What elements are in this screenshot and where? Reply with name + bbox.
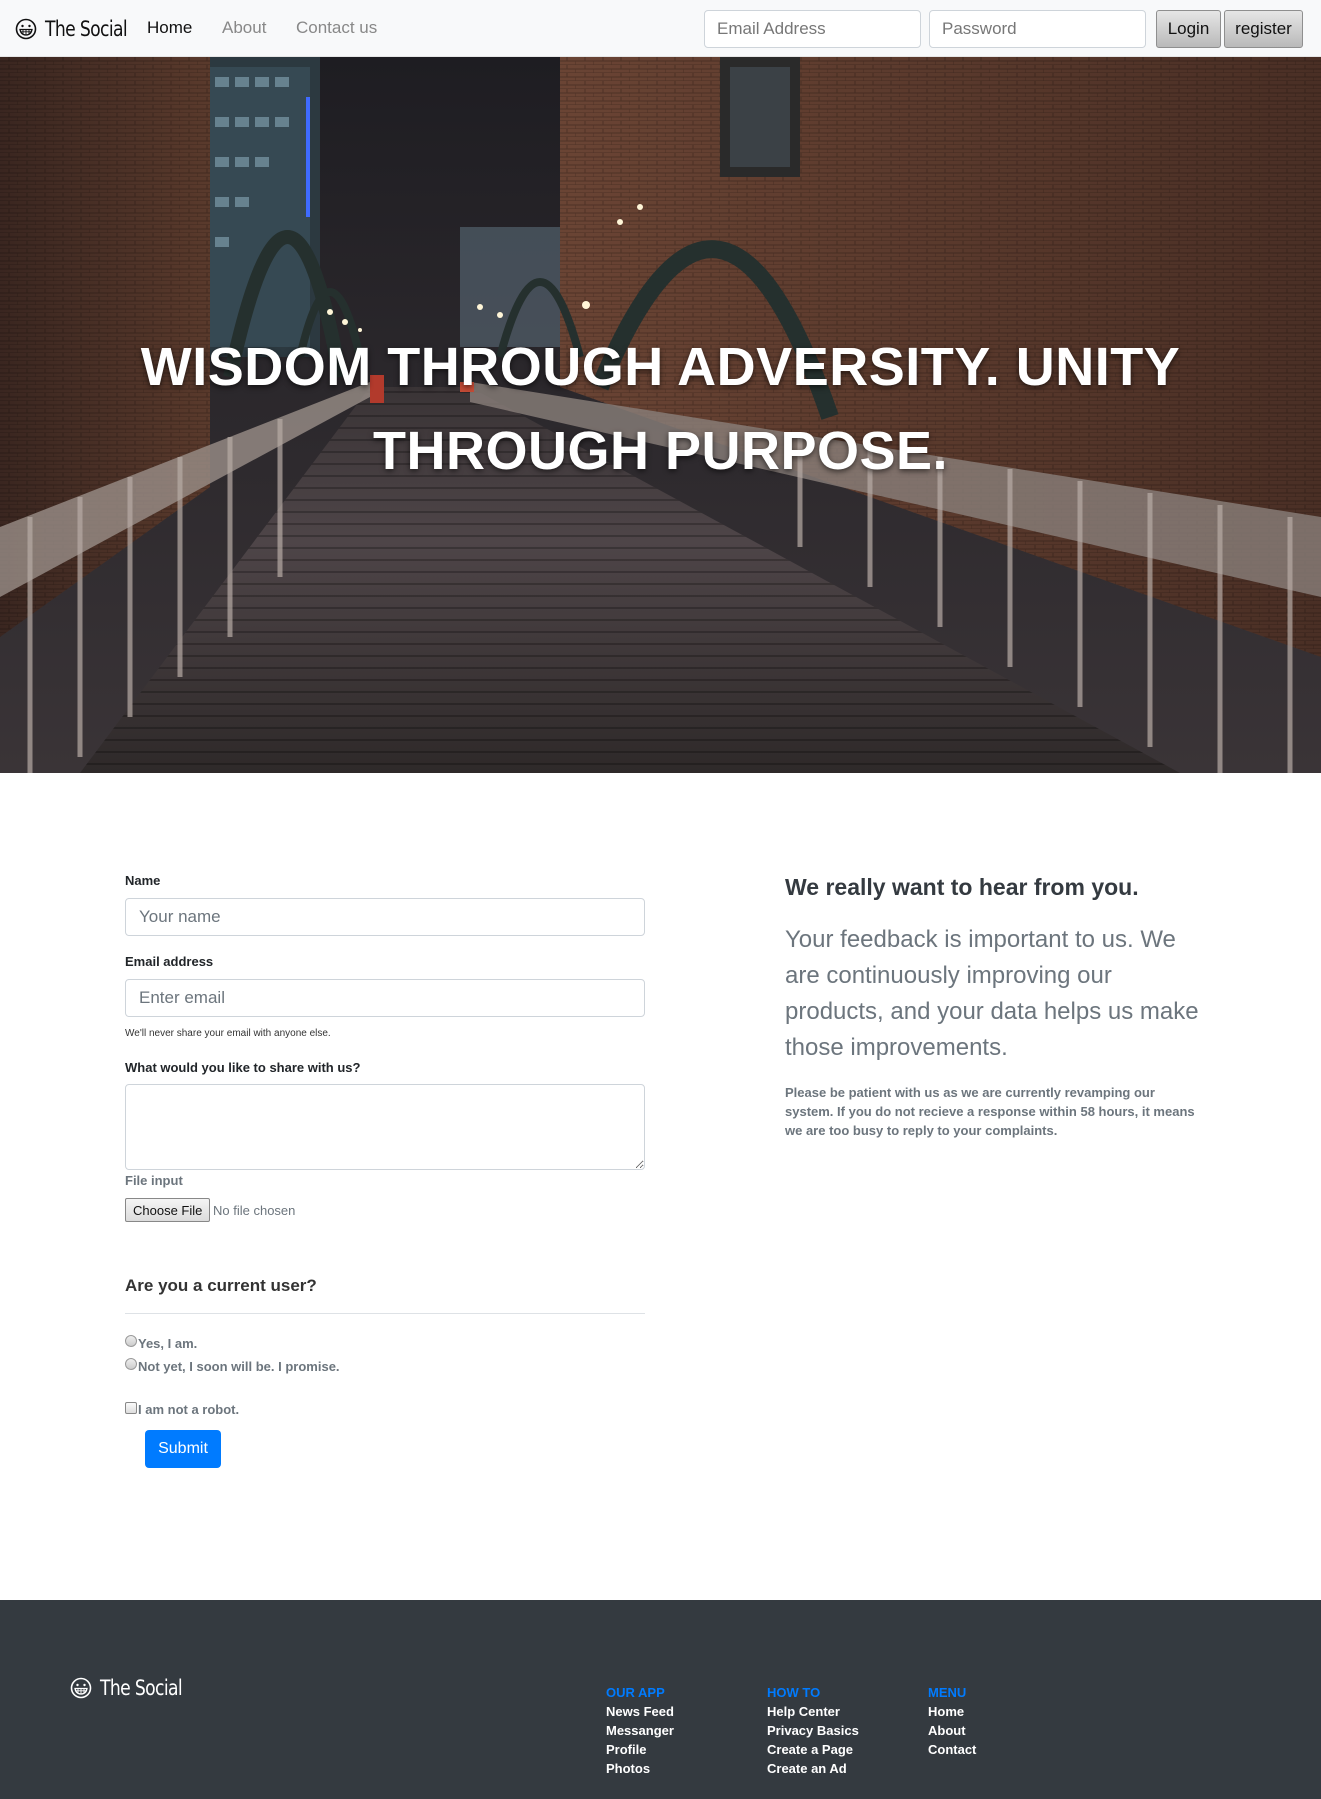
footer: The Social OUR APP News Feed Messanger P… bbox=[0, 1600, 1321, 1799]
brand[interactable]: The Social bbox=[15, 14, 145, 44]
robot-checkbox[interactable] bbox=[125, 1401, 137, 1414]
radio-no-row[interactable]: Not yet, I soon will be. I promise. bbox=[125, 1357, 340, 1374]
radio-yes-label: Yes, I am. bbox=[138, 1336, 198, 1351]
footer-brand[interactable]: The Social bbox=[70, 1676, 200, 1700]
footer-column-menu: MENU Home About Contact bbox=[928, 1683, 976, 1759]
divider bbox=[125, 1313, 645, 1314]
message-label: What would you like to share with us? bbox=[125, 1060, 361, 1075]
current-user-question: Are you a current user? bbox=[125, 1276, 317, 1295]
footer-link-privacy-basics[interactable]: Privacy Basics bbox=[767, 1721, 859, 1740]
footer-brand-name: The Social bbox=[100, 1676, 183, 1700]
footer-link-about[interactable]: About bbox=[928, 1721, 976, 1740]
brand-name: The Social bbox=[45, 17, 128, 41]
robot-checkbox-label: I am not a robot. bbox=[138, 1402, 240, 1417]
name-label: Name bbox=[125, 873, 161, 888]
message-textarea[interactable] bbox=[125, 1084, 645, 1170]
footer-link-contact[interactable]: Contact bbox=[928, 1740, 976, 1759]
footer-column-title: MENU bbox=[928, 1685, 967, 1700]
footer-link-photos[interactable]: Photos bbox=[606, 1759, 674, 1778]
grin-logo-icon bbox=[15, 18, 37, 40]
grin-logo-icon bbox=[70, 1677, 92, 1699]
radio-yes[interactable] bbox=[125, 1334, 137, 1347]
navbar: The Social Home About Contact us Login r… bbox=[0, 0, 1321, 57]
choose-file-button[interactable]: Choose File bbox=[125, 1198, 211, 1222]
email-label: Email address bbox=[125, 954, 214, 969]
radio-not-yet[interactable] bbox=[125, 1357, 137, 1370]
contact-heading: We really want to hear from you. bbox=[785, 874, 1139, 900]
radio-not-yet-label: Not yet, I soon will be. I promise. bbox=[138, 1359, 340, 1374]
footer-column-how-to: HOW TO Help Center Privacy Basics Create… bbox=[767, 1683, 859, 1778]
contact-lead-text: Your feedback is important to us. We are… bbox=[785, 926, 1199, 1061]
footer-column-title: HOW TO bbox=[767, 1685, 821, 1700]
footer-link-profile[interactable]: Profile bbox=[606, 1740, 674, 1759]
nav-link-about[interactable]: About bbox=[222, 18, 266, 38]
footer-column-title: OUR APP bbox=[606, 1685, 665, 1700]
footer-link-messanger[interactable]: Messanger bbox=[606, 1721, 674, 1740]
name-input[interactable] bbox=[125, 898, 645, 936]
hero-headline: WISDOM THROUGH ADVERSITY. UNITY THROUGH … bbox=[140, 337, 1181, 481]
footer-link-home[interactable]: Home bbox=[928, 1702, 976, 1721]
hero-banner: WISDOM THROUGH ADVERSITY. UNITY THROUGH … bbox=[0, 57, 1321, 773]
footer-link-create-page[interactable]: Create a Page bbox=[767, 1740, 859, 1759]
email-help-text: We'll never share your email with anyone… bbox=[125, 1028, 331, 1039]
submit-button[interactable]: Submit bbox=[145, 1430, 221, 1468]
footer-link-create-ad[interactable]: Create an Ad bbox=[767, 1759, 859, 1778]
login-button[interactable]: Login bbox=[1156, 10, 1221, 48]
file-input-label: File input bbox=[125, 1173, 183, 1188]
contact-note-text: Please be patient with us as we are curr… bbox=[785, 1085, 1195, 1138]
login-password-input[interactable] bbox=[929, 10, 1146, 48]
footer-link-news-feed[interactable]: News Feed bbox=[606, 1702, 674, 1721]
register-button[interactable]: register bbox=[1224, 10, 1303, 48]
nav-link-contact[interactable]: Contact us bbox=[296, 18, 377, 38]
email-input[interactable] bbox=[125, 979, 645, 1017]
footer-column-our-app: OUR APP News Feed Messanger Profile Phot… bbox=[606, 1683, 674, 1778]
login-email-input[interactable] bbox=[704, 10, 921, 48]
file-status: No file chosen bbox=[213, 1203, 296, 1218]
radio-yes-row[interactable]: Yes, I am. bbox=[125, 1334, 198, 1351]
nav-link-home[interactable]: Home bbox=[147, 18, 192, 38]
footer-link-help-center[interactable]: Help Center bbox=[767, 1702, 859, 1721]
robot-check-row[interactable]: I am not a robot. bbox=[125, 1401, 240, 1417]
